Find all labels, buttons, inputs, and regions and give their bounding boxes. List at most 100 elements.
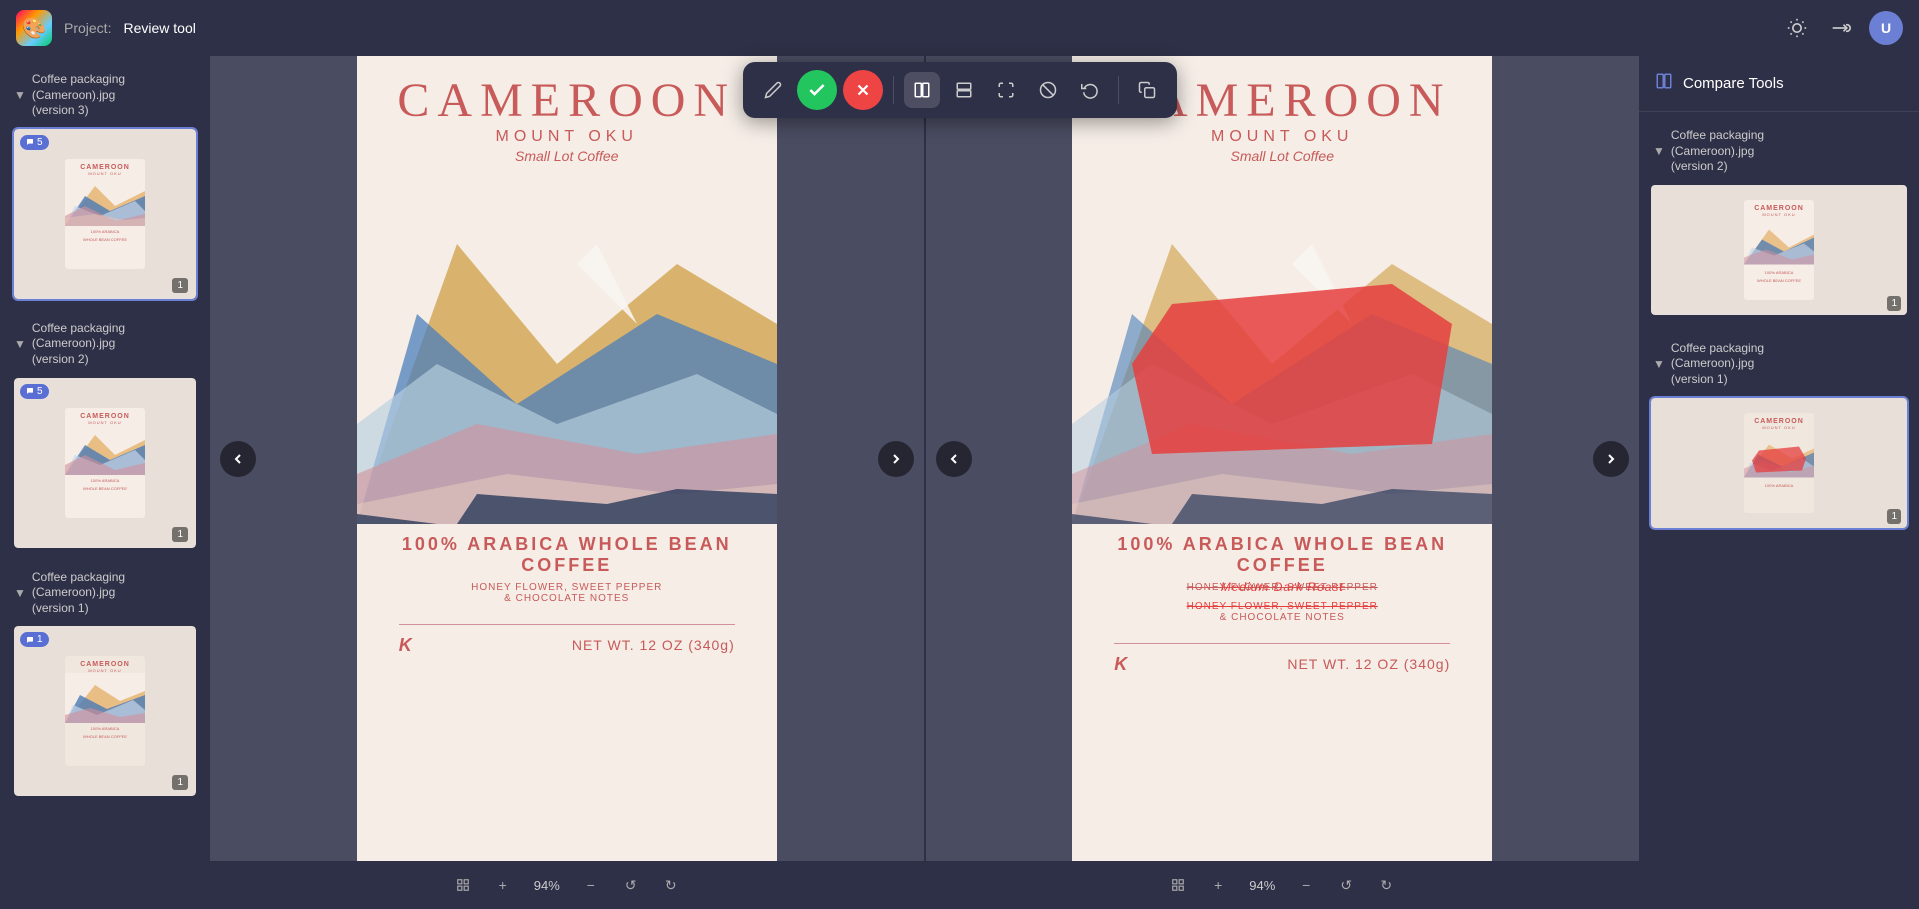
- project-label: Project:: [64, 20, 111, 36]
- rp-chevron-v1: ▼: [1653, 357, 1665, 371]
- pencil-tool-button[interactable]: [755, 72, 791, 108]
- rotate-left-button-left[interactable]: ↺: [615, 869, 647, 901]
- sidebar-page-num-v1: 1: [172, 775, 188, 790]
- copy-view-button[interactable]: [1129, 72, 1165, 108]
- rp-group-title-v1: Coffee packaging (Cameroon).jpg (version…: [1671, 341, 1764, 388]
- share-icon-button[interactable]: [1825, 12, 1857, 44]
- sidebar-thumbnail-v3[interactable]: CAMEROON MOUNT OKU: [12, 127, 198, 301]
- package-image-right: CAMEROON MOUNT OKU Small Lot Coffee: [1072, 56, 1492, 861]
- pkg-weight-left: NET WT. 12 OZ (340g): [572, 637, 735, 653]
- annotation-toolbar: [743, 62, 1177, 118]
- rotate-right-button-left[interactable]: ↻: [655, 869, 687, 901]
- sidebar-group-title-v1: Coffee packaging (Cameroon).jpg (version…: [32, 570, 125, 617]
- content-area: CAMEROON MOUNT OKU Small Lot Coffee: [210, 56, 1639, 909]
- right-panel-header: Compare Tools: [1639, 56, 1919, 112]
- sidebar: ▼ Coffee packaging (Cameroon).jpg (versi…: [0, 56, 210, 909]
- package-image-left: CAMEROON MOUNT OKU Small Lot Coffee: [357, 56, 777, 861]
- rp-group-header-v1[interactable]: ▼ Coffee packaging (Cameroon).jpg (versi…: [1649, 337, 1909, 396]
- topbar: 🎨 Project: Review tool: [0, 0, 1919, 56]
- sidebar-thumb-container-v2: CAMEROON MOUNT OKU: [8, 372, 202, 554]
- split-horizontal-button[interactable]: [946, 72, 982, 108]
- chevron-down-icon-v1: ▼: [14, 586, 26, 600]
- prev-button-right[interactable]: [936, 441, 972, 477]
- pkg-main-text-left: 100% ARABICA WHOLE BEAN COFFEE: [357, 534, 777, 576]
- pkg-sub3-right: & CHOCOLATE NOTES: [1072, 612, 1492, 623]
- sidebar-group-title-v3: Coffee packaging (Cameroon).jpg (version…: [32, 72, 125, 119]
- toolbar-separator-2: [1118, 76, 1119, 104]
- pkg-sub2-right: HONEY FLOWER, SWEET PEPPER: [1072, 601, 1492, 612]
- zoom-out-button-left[interactable]: −: [575, 869, 607, 901]
- pkg-sub2-left: & CHOCOLATE NOTES: [357, 593, 777, 604]
- right-panel: Compare Tools ▼ Coffee packaging (Camero…: [1639, 56, 1919, 909]
- sidebar-group-v3: ▼ Coffee packaging (Cameroon).jpg (versi…: [8, 68, 202, 305]
- split-vertical-button[interactable]: [904, 72, 940, 108]
- chevron-down-icon-v2: ▼: [14, 337, 26, 351]
- sidebar-thumb-container-v1: CAMEROON MOUNT OKU: [8, 620, 202, 802]
- prev-button-left[interactable]: [220, 441, 256, 477]
- viewer-image-area-right[interactable]: CAMEROON MOUNT OKU Small Lot Coffee: [926, 56, 1640, 861]
- rotate-right-button-right[interactable]: ↻: [1370, 869, 1402, 901]
- next-button-left[interactable]: [878, 441, 914, 477]
- topbar-actions: U: [1781, 11, 1903, 45]
- pkg-sub1-left: HONEY FLOWER, SWEET PEPPER: [357, 582, 777, 593]
- user-avatar[interactable]: U: [1869, 11, 1903, 45]
- viewer-toolbar-right: + 94% − ↺ ↻: [926, 861, 1640, 909]
- rp-thumbnail-v2[interactable]: CAMEROON MOUNT OKU 100% ARABICA: [1649, 183, 1909, 317]
- viewer-panel-left: CAMEROON MOUNT OKU Small Lot Coffee: [210, 56, 924, 909]
- viewer-panel-right: CAMEROON MOUNT OKU Small Lot Coffee: [924, 56, 1640, 909]
- sidebar-thumbnail-v2[interactable]: CAMEROON MOUNT OKU: [12, 376, 198, 550]
- expand-button[interactable]: [988, 72, 1024, 108]
- fit-button-right[interactable]: [1162, 869, 1194, 901]
- next-button-right[interactable]: [1593, 441, 1629, 477]
- zoom-in-button-right[interactable]: +: [1202, 869, 1234, 901]
- pkg-subtitle-left: MOUNT OKU: [496, 128, 638, 146]
- confirm-button[interactable]: [797, 70, 837, 110]
- rp-group-header-v2[interactable]: ▼ Coffee packaging (Cameroon).jpg (versi…: [1649, 124, 1909, 183]
- sidebar-thumbnail-v1[interactable]: CAMEROON MOUNT OKU: [12, 624, 198, 798]
- zoom-level-left: 94%: [527, 878, 567, 893]
- mountain-with-annotation: [1072, 164, 1492, 524]
- cancel-button[interactable]: [843, 70, 883, 110]
- app-logo[interactable]: 🎨: [16, 10, 52, 46]
- zoom-level-right: 94%: [1242, 878, 1282, 893]
- sidebar-thumb-container-v3: CAMEROON MOUNT OKU: [8, 123, 202, 305]
- mountain-scene-left: [357, 164, 777, 524]
- zoom-out-button-right[interactable]: −: [1290, 869, 1322, 901]
- rp-thumbnail-v1[interactable]: CAMEROON MOUNT OKU: [1649, 396, 1909, 530]
- fit-button-left[interactable]: [447, 869, 479, 901]
- comment-badge-v2: 5: [20, 384, 49, 399]
- sun-icon-button[interactable]: [1781, 12, 1813, 44]
- mountain-scene-right: [1072, 164, 1492, 524]
- viewer-image-area-left[interactable]: CAMEROON MOUNT OKU Small Lot Coffee: [210, 56, 924, 861]
- sidebar-group-header-v1[interactable]: ▼ Coffee packaging (Cameroon).jpg (versi…: [8, 566, 202, 621]
- toolbar-separator: [893, 76, 894, 104]
- rotate-left-button-right[interactable]: ↺: [1330, 869, 1362, 901]
- pkg-script-left: Small Lot Coffee: [515, 148, 619, 164]
- right-panel-content: ▼ Coffee packaging (Cameroon).jpg (versi…: [1639, 112, 1919, 546]
- pkg-script-right: Small Lot Coffee: [1231, 148, 1335, 164]
- main-layout: ▼ Coffee packaging (Cameroon).jpg (versi…: [0, 56, 1919, 909]
- right-panel-title: Compare Tools: [1683, 75, 1784, 92]
- zoom-in-button-left[interactable]: +: [487, 869, 519, 901]
- comment-badge-v1: 1: [20, 632, 49, 647]
- sidebar-group-header-v3[interactable]: ▼ Coffee packaging (Cameroon).jpg (versi…: [8, 68, 202, 123]
- refresh-button[interactable]: [1072, 72, 1108, 108]
- sidebar-group-header-v2[interactable]: ▼ Coffee packaging (Cameroon).jpg (versi…: [8, 317, 202, 372]
- pkg-subtitle-right: MOUNT OKU: [1211, 128, 1353, 146]
- pkg-footer-left: K NET WT. 12 OZ (340g): [399, 624, 735, 656]
- rp-page-num-v2: 1: [1887, 296, 1901, 311]
- pkg-weight-right: NET WT. 12 OZ (340g): [1287, 656, 1450, 672]
- sidebar-page-num-v3: 1: [172, 278, 188, 293]
- sidebar-group-title-v2: Coffee packaging (Cameroon).jpg (version…: [32, 321, 125, 368]
- comment-badge-v3: 5: [20, 135, 49, 150]
- pkg-footer-right: K NET WT. 12 OZ (340g): [1114, 643, 1450, 675]
- sidebar-group-v1: ▼ Coffee packaging (Cameroon).jpg (versi…: [8, 566, 202, 803]
- sidebar-group-v2: ▼ Coffee packaging (Cameroon).jpg (versi…: [8, 317, 202, 554]
- rp-page-num-v1: 1: [1887, 509, 1901, 524]
- mask-button[interactable]: [1030, 72, 1066, 108]
- pkg-title-left: CAMEROON: [397, 73, 736, 128]
- compare-tools-icon: [1655, 72, 1673, 95]
- rp-group-title-v2: Coffee packaging (Cameroon).jpg (version…: [1671, 128, 1764, 175]
- pkg-main-text-right: 100% ARABICA WHOLE BEAN COFFEE: [1072, 534, 1492, 576]
- overlay-text: Medium Dark Roast: [1221, 580, 1344, 594]
